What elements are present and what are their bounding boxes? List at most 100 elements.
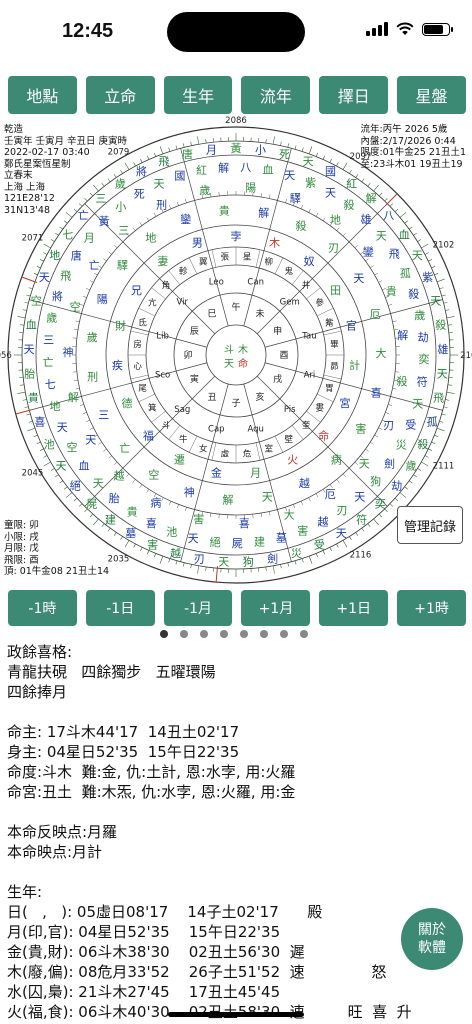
branch-label: 酉 [279, 350, 288, 361]
chart-tick [28, 420, 33, 423]
info-line: 121E28'12 [4, 193, 55, 204]
star-chart[interactable]: 2086209721022106211121162022203520452056… [0, 116, 472, 586]
info-line: 飛限: 酉 [4, 554, 39, 566]
page-dot[interactable] [280, 630, 288, 638]
chart-degree-label: 2086 [225, 116, 247, 126]
page-dot[interactable] [300, 630, 308, 638]
page-indicator[interactable] [160, 630, 308, 638]
plus-hour-button[interactable]: +1時 [397, 590, 466, 626]
manage-records-button[interactable]: 管理記錄 [397, 506, 463, 544]
chart-tick [370, 441, 374, 445]
date-selection-button[interactable]: 擇日 [319, 76, 389, 114]
branch-label: 巳 [207, 309, 216, 320]
page-dot[interactable] [240, 630, 248, 638]
chart-tick [64, 486, 68, 490]
page-dot[interactable] [160, 630, 168, 638]
branch-label: 申 [273, 325, 282, 337]
chart-tick [301, 147, 304, 152]
chart-tick [140, 547, 143, 552]
wifi-icon [396, 22, 414, 35]
outer-star-glyph: 血 [399, 227, 410, 241]
minus-hour-button[interactable]: -1時 [8, 590, 77, 626]
zodiac-label: Tau [301, 331, 316, 341]
main-toolbar: 地點 立命 生年 流年 擇日 星盤 [8, 76, 466, 114]
chart-tick [79, 404, 84, 406]
outer-star-glyph: 災 [396, 439, 407, 452]
outer-star-glyph: 墓 [276, 531, 287, 544]
inner-glyph: 財 [115, 319, 126, 333]
chart-tick [280, 564, 282, 569]
outer-star-glyph: 唐 [182, 147, 193, 161]
chart-tick [43, 455, 48, 458]
chart-tick [154, 152, 157, 157]
chart-tick [93, 272, 98, 276]
outer-star-glyph: 奕 [375, 497, 386, 511]
mansion-label: 畢 [330, 340, 339, 350]
chart-tick [394, 497, 399, 502]
chart-tick [33, 273, 38, 276]
info-line: 流年:丙午 2026 5歲 [360, 124, 448, 135]
chart-tick [443, 406, 448, 409]
mid-star-glyph: 刃 [383, 419, 394, 432]
plus-day-button[interactable]: +1日 [319, 590, 389, 626]
page-dot[interactable] [260, 630, 268, 638]
flow-year-button[interactable]: 流年 [241, 76, 311, 114]
outer-star-glyph: 死 [279, 148, 290, 161]
chart-tick [176, 504, 179, 509]
life-palace-button[interactable]: 立命 [85, 76, 155, 114]
flow-year-info: 流年:丙午 2026 5歲 內盤:2/17/2026 0:44 限度:01牛金2… [360, 124, 466, 170]
outer-star-glyph: 天 [218, 556, 229, 569]
about-software-button[interactable]: 關於 軟體 [401, 908, 463, 970]
branch-label: 午 [231, 301, 240, 313]
birth-year-button[interactable]: 生年 [163, 76, 233, 114]
chart-tick [349, 169, 352, 174]
minus-day-button[interactable]: -1日 [85, 590, 155, 626]
text-line: 金(貴,財): 06斗木38'30 02丑土56'30 遲 [7, 943, 305, 961]
chart-tick [446, 316, 455, 319]
chart-tick [301, 558, 304, 563]
chart-tick [308, 208, 311, 213]
chart-tick [17, 391, 26, 394]
chart-tick [146, 489, 150, 493]
page-dot[interactable] [200, 630, 208, 638]
home-indicator[interactable] [168, 1012, 304, 1017]
star-chart-button[interactable]: 星盤 [397, 76, 466, 114]
mansion-label: 室 [264, 444, 273, 455]
chart-tick [24, 301, 29, 304]
chart-tick [265, 566, 267, 571]
chart-tick [139, 484, 143, 488]
about-label-1: 關於 [418, 922, 446, 938]
mid-star-glyph: 殺 [397, 374, 408, 388]
inner-glyph: 金 [211, 465, 222, 479]
mid-star-glyph: 地 [145, 232, 156, 245]
info-line: 31N13'48 [4, 204, 50, 216]
chart-tick [336, 479, 340, 483]
zodiac-label: Gem [280, 297, 300, 307]
chart-tick [197, 136, 200, 145]
outer-star-glyph: 胎 [24, 366, 35, 380]
page-dot[interactable] [220, 630, 228, 638]
text-line: 命主: 17斗木44'17 14丑土02'17 [7, 723, 240, 741]
mansion-label: 亢 [148, 297, 157, 308]
chart-tick [89, 427, 94, 430]
chart-tick [98, 441, 102, 445]
chart-tick [378, 192, 383, 197]
chart-marker [15, 409, 32, 415]
mansion-label: 柳 [264, 257, 273, 268]
chart-tick [210, 512, 212, 518]
chart-tick [392, 388, 397, 390]
mansion-label: 軫 [179, 266, 188, 277]
chart-tick [139, 222, 143, 226]
mansion-label: 張 [221, 253, 230, 263]
outer-star-glyph: 雄 [361, 212, 372, 226]
info-line: 月限: 戊 [4, 543, 39, 554]
page-dot[interactable] [180, 630, 188, 638]
chart-tick [355, 532, 359, 536]
location-button[interactable]: 地點 [8, 76, 77, 114]
plus-month-button[interactable]: +1月 [241, 590, 311, 626]
mid-star-glyph: 歲 [87, 330, 98, 344]
text-line: 青龍扶硯 四餘獨步 五曜環陽 [7, 663, 216, 681]
chart-tick [73, 497, 78, 502]
center-glyph: 木 [238, 344, 248, 356]
minus-month-button[interactable]: -1月 [163, 590, 233, 626]
